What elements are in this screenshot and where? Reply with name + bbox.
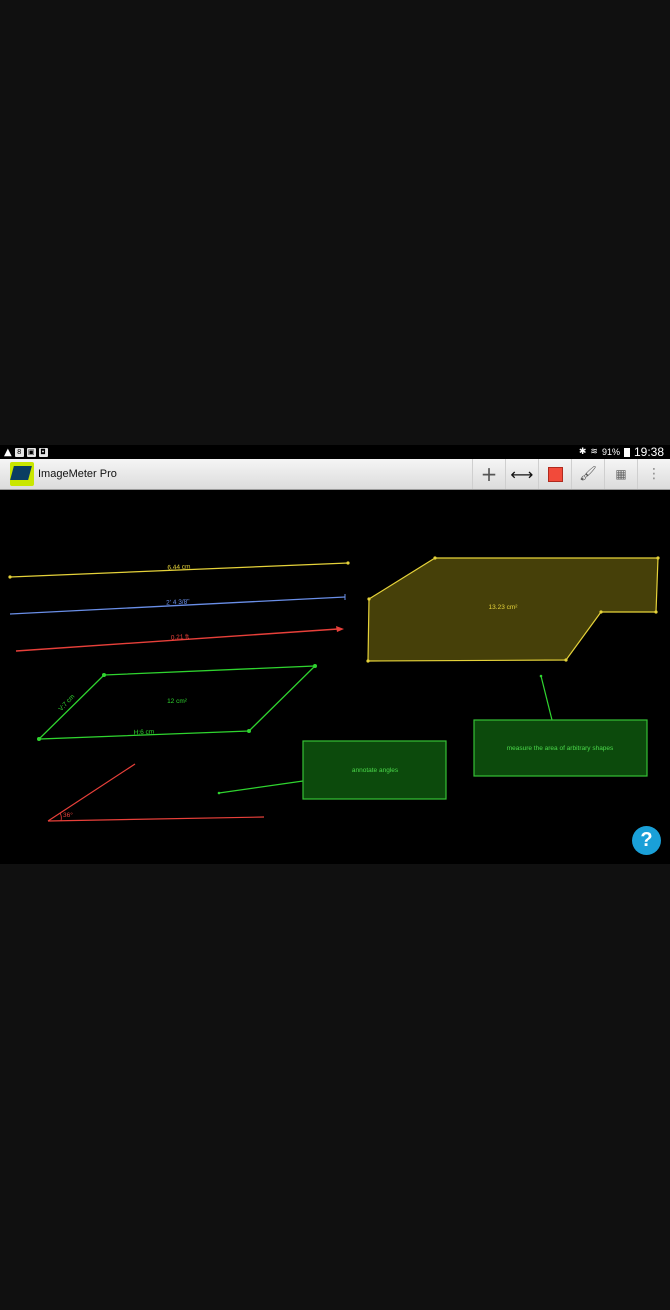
status-bar: ▲ 8 ▣ ◘ ✱ ≋ 91% 19:38 xyxy=(0,445,670,459)
overflow-menu-button[interactable]: ⋮ xyxy=(637,459,670,489)
style-button[interactable]: 🖌 xyxy=(571,459,604,489)
note-angles[interactable]: annotate angles xyxy=(217,740,447,800)
clock: 19:38 xyxy=(633,445,664,459)
status-right: ✱ ≋ 91% 19:38 xyxy=(579,445,664,459)
measure-tool-button[interactable]: ⟷ xyxy=(505,459,538,489)
measure-label-blue: 2' 4 3/8" xyxy=(166,598,190,606)
measure-line-blue[interactable]: 2' 4 3/8" xyxy=(9,594,346,615)
calculator-icon: ▦ xyxy=(615,467,627,481)
app-bar: ImageMeter Pro + ⟷ 🖌 ▦ ⋮ xyxy=(0,459,670,490)
gallery-icon: ▣ xyxy=(26,447,36,457)
brush-icon: 🖌 xyxy=(579,466,597,482)
add-button[interactable]: + xyxy=(472,459,505,489)
double-arrow-icon: ⟷ xyxy=(510,464,534,484)
battery-icon xyxy=(623,447,630,457)
note-shapes-text: measure the area of arbitrary shapes xyxy=(507,745,614,752)
area-parallelogram[interactable]: 12 cm² V:7 cm H:6 cm xyxy=(37,664,317,741)
polygon-area-label: 13.23 cm² xyxy=(489,604,519,611)
angle-annotation[interactable]: 36° xyxy=(47,763,265,822)
more-icon: ⋮ xyxy=(647,466,661,482)
color-button[interactable] xyxy=(538,459,571,489)
app-title: ImageMeter Pro xyxy=(38,468,117,480)
measure-line-yellow[interactable]: 6.44 cm xyxy=(8,561,350,579)
measurement-canvas[interactable]: 6.44 cm 2' 4 3/8" 0.21 ft 12 cm² V:7 cm … xyxy=(0,490,670,864)
screenshot-icon: ◘ xyxy=(38,447,48,457)
warning-icon: ▲ xyxy=(4,446,12,458)
parallelogram-area-label: 12 cm² xyxy=(167,698,188,705)
parallelogram-base-label: H:6 cm xyxy=(134,729,155,737)
area-polygon[interactable]: 13.23 cm² xyxy=(366,556,660,663)
parallelogram-side-label: V:7 cm xyxy=(58,693,77,712)
measure-label-red: 0.21 ft xyxy=(171,633,190,641)
app-logo-icon[interactable] xyxy=(10,462,34,486)
angle-label: 36° xyxy=(63,811,73,819)
note-shapes[interactable]: measure the area of arbitrary shapes xyxy=(473,674,648,777)
measure-line-red[interactable]: 0.21 ft xyxy=(15,626,344,652)
plus-icon: + xyxy=(480,462,498,486)
battery-level: 91% xyxy=(601,447,620,457)
calculator-button[interactable]: ▦ xyxy=(604,459,637,489)
color-swatch xyxy=(547,466,563,482)
help-button[interactable]: ? xyxy=(632,826,661,855)
note-angles-text: annotate angles xyxy=(352,767,399,774)
notification-icon: 8 xyxy=(14,447,24,457)
bluetooth-icon: ✱ xyxy=(578,447,587,457)
notification-icons: ▲ 8 ▣ ◘ xyxy=(4,446,48,458)
wifi-icon: ≋ xyxy=(590,447,598,457)
measure-label-yellow: 6.44 cm xyxy=(167,564,190,572)
toolbar: + ⟷ 🖌 ▦ ⋮ xyxy=(472,459,670,489)
app-window: ▲ 8 ▣ ◘ ✱ ≋ 91% 19:38 ImageMeter Pro + ⟷… xyxy=(0,445,670,864)
